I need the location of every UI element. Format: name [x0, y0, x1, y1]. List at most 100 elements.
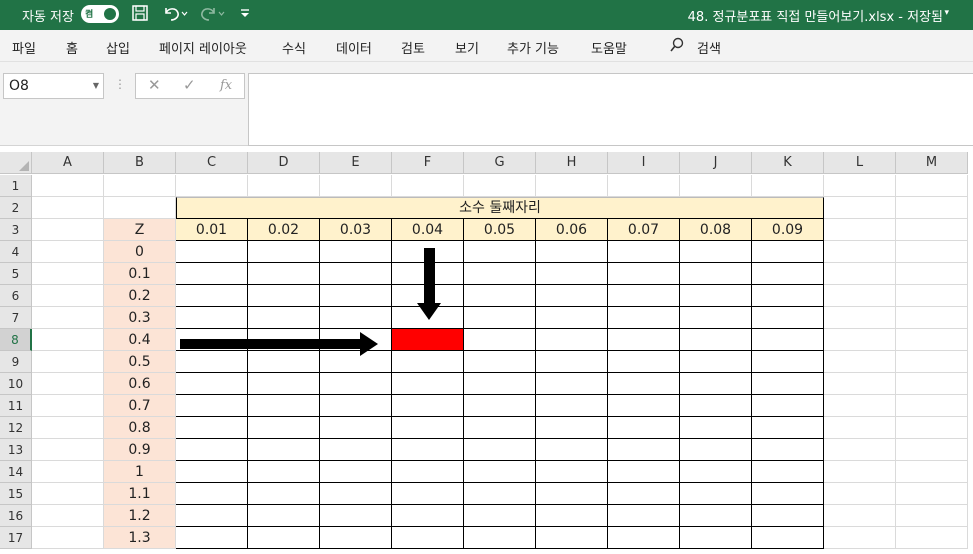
cell-k9[interactable] — [752, 351, 824, 373]
cell-h8[interactable] — [536, 329, 608, 351]
cell-j3[interactable]: 0.08 — [680, 219, 752, 241]
tab-file[interactable]: 파일 — [12, 38, 36, 57]
cell-b4[interactable]: 0 — [104, 241, 176, 263]
cell-m8[interactable] — [896, 329, 968, 351]
cell-e12[interactable] — [320, 417, 392, 439]
cell-i6[interactable] — [608, 285, 680, 307]
tab-formulas[interactable]: 수식 — [282, 38, 306, 57]
cell-f8[interactable] — [392, 329, 464, 351]
cell-h1[interactable] — [536, 175, 608, 197]
cell-i13[interactable] — [608, 439, 680, 461]
cell-b6[interactable]: 0.2 — [104, 285, 176, 307]
cell-l14[interactable] — [824, 461, 896, 483]
cell-b17[interactable]: 1.3 — [104, 527, 176, 549]
redo-icon[interactable] — [198, 4, 226, 26]
cell-l3[interactable] — [824, 219, 896, 241]
cell-b9[interactable]: 0.5 — [104, 351, 176, 373]
cell-i16[interactable] — [608, 505, 680, 527]
cell-m9[interactable] — [896, 351, 968, 373]
cell-i7[interactable] — [608, 307, 680, 329]
column-header-h[interactable]: H — [536, 152, 608, 174]
column-header-m[interactable]: M — [896, 152, 968, 174]
name-box-chevron-down-icon[interactable]: ▼ — [93, 74, 99, 98]
cell-m14[interactable] — [896, 461, 968, 483]
cell-e5[interactable] — [320, 263, 392, 285]
cell-f11[interactable] — [392, 395, 464, 417]
cell-d6[interactable] — [248, 285, 320, 307]
cell-j9[interactable] — [680, 351, 752, 373]
cell-d10[interactable] — [248, 373, 320, 395]
cell-l17[interactable] — [824, 527, 896, 549]
cell-g15[interactable] — [464, 483, 536, 505]
tab-add-ins[interactable]: 추가 기능 — [507, 38, 559, 57]
cell-b13[interactable]: 0.9 — [104, 439, 176, 461]
formula-bar-resize-handle[interactable]: ⋮ — [114, 77, 126, 91]
cell-f3[interactable]: 0.04 — [392, 219, 464, 241]
cell-e13[interactable] — [320, 439, 392, 461]
cell-f14[interactable] — [392, 461, 464, 483]
cell-b5[interactable]: 0.1 — [104, 263, 176, 285]
tab-view[interactable]: 보기 — [455, 38, 479, 57]
cell-d17[interactable] — [248, 527, 320, 549]
cell-k8[interactable] — [752, 329, 824, 351]
cell-h13[interactable] — [536, 439, 608, 461]
cell-d1[interactable] — [248, 175, 320, 197]
cell-a13[interactable] — [32, 439, 104, 461]
cell-l8[interactable] — [824, 329, 896, 351]
row-header-16[interactable]: 16 — [0, 505, 32, 527]
cell-d12[interactable] — [248, 417, 320, 439]
cell-j15[interactable] — [680, 483, 752, 505]
cell-h5[interactable] — [536, 263, 608, 285]
cell-k15[interactable] — [752, 483, 824, 505]
cell-m12[interactable] — [896, 417, 968, 439]
cell-f9[interactable] — [392, 351, 464, 373]
cell-m11[interactable] — [896, 395, 968, 417]
cell-c3[interactable]: 0.01 — [176, 219, 248, 241]
cell-l10[interactable] — [824, 373, 896, 395]
cell-f10[interactable] — [392, 373, 464, 395]
cell-d13[interactable] — [248, 439, 320, 461]
cell-f16[interactable] — [392, 505, 464, 527]
cell-m17[interactable] — [896, 527, 968, 549]
cell-l15[interactable] — [824, 483, 896, 505]
cell-j10[interactable] — [680, 373, 752, 395]
cell-b2[interactable] — [104, 197, 176, 219]
column-header-g[interactable]: G — [464, 152, 536, 174]
cell-d11[interactable] — [248, 395, 320, 417]
cell-c16[interactable] — [176, 505, 248, 527]
cell-h14[interactable] — [536, 461, 608, 483]
cell-f12[interactable] — [392, 417, 464, 439]
column-header-b[interactable]: B — [104, 152, 176, 174]
cell-i12[interactable] — [608, 417, 680, 439]
cell-d4[interactable] — [248, 241, 320, 263]
cell-d16[interactable] — [248, 505, 320, 527]
cell-g4[interactable] — [464, 241, 536, 263]
cell-a2[interactable] — [32, 197, 104, 219]
cell-h11[interactable] — [536, 395, 608, 417]
cell-c7[interactable] — [176, 307, 248, 329]
cell-h3[interactable]: 0.06 — [536, 219, 608, 241]
cell-i8[interactable] — [608, 329, 680, 351]
cell-e14[interactable] — [320, 461, 392, 483]
cell-b7[interactable]: 0.3 — [104, 307, 176, 329]
row-header-6[interactable]: 6 — [0, 285, 32, 307]
cell-e17[interactable] — [320, 527, 392, 549]
cell-a10[interactable] — [32, 373, 104, 395]
cell-h6[interactable] — [536, 285, 608, 307]
tab-data[interactable]: 데이터 — [336, 38, 372, 57]
column-header-i[interactable]: I — [608, 152, 680, 174]
cell-c1[interactable] — [176, 175, 248, 197]
cell-g10[interactable] — [464, 373, 536, 395]
cell-e16[interactable] — [320, 505, 392, 527]
cell-f13[interactable] — [392, 439, 464, 461]
cell-b14[interactable]: 1 — [104, 461, 176, 483]
cell-g13[interactable] — [464, 439, 536, 461]
cell-k5[interactable] — [752, 263, 824, 285]
cell-h15[interactable] — [536, 483, 608, 505]
row-header-15[interactable]: 15 — [0, 483, 32, 505]
cell-c4[interactable] — [176, 241, 248, 263]
cell-j14[interactable] — [680, 461, 752, 483]
cell-h9[interactable] — [536, 351, 608, 373]
cell-k6[interactable] — [752, 285, 824, 307]
customize-qat-icon[interactable] — [239, 4, 251, 26]
